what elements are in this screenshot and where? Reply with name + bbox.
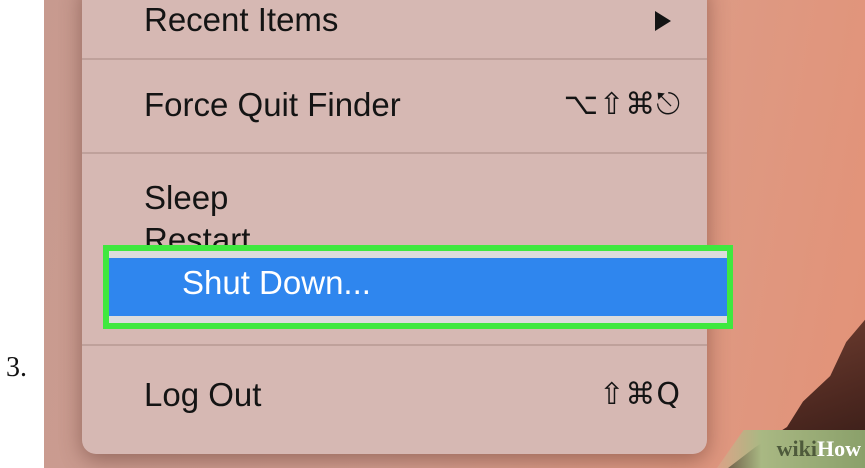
menu-item-shut-down[interactable]: Shut Down... bbox=[109, 258, 727, 316]
menu-separator bbox=[82, 58, 707, 60]
menu-item-recent-items[interactable]: Recent Items bbox=[82, 0, 707, 42]
screenshot: Recent Items Force Quit Finder ⌥⇧⌘⎋ Slee… bbox=[44, 0, 865, 468]
keyboard-shortcut: ⌥⇧⌘⎋ bbox=[563, 87, 681, 122]
menu-item-label: Recent Items bbox=[144, 1, 339, 38]
menu-item-label: Log Out bbox=[144, 376, 262, 413]
menu-separator bbox=[82, 344, 707, 346]
menu-item-log-out[interactable]: Log Out ⇧⌘Q bbox=[82, 373, 707, 417]
menu-separator bbox=[82, 152, 707, 154]
menu-item-label: Sleep bbox=[144, 179, 229, 216]
menu-item-label: Shut Down... bbox=[182, 264, 371, 301]
submenu-arrow-icon bbox=[655, 11, 671, 31]
menu-item-label: Force Quit Finder bbox=[144, 86, 401, 123]
page: 3. Recent Items Force Quit Finder ⌥⇧⌘⎋ S… bbox=[0, 0, 865, 468]
step-number: 3. bbox=[6, 352, 27, 383]
apple-menu: Recent Items Force Quit Finder ⌥⇧⌘⎋ Slee… bbox=[82, 0, 733, 454]
keyboard-shortcut: ⇧⌘Q bbox=[599, 377, 681, 412]
menu-item-sleep[interactable]: Sleep bbox=[82, 176, 707, 220]
wikihow-watermark: wikiHow bbox=[717, 430, 865, 468]
menu-item-force-quit-finder[interactable]: Force Quit Finder ⌥⇧⌘⎋ bbox=[82, 83, 707, 127]
